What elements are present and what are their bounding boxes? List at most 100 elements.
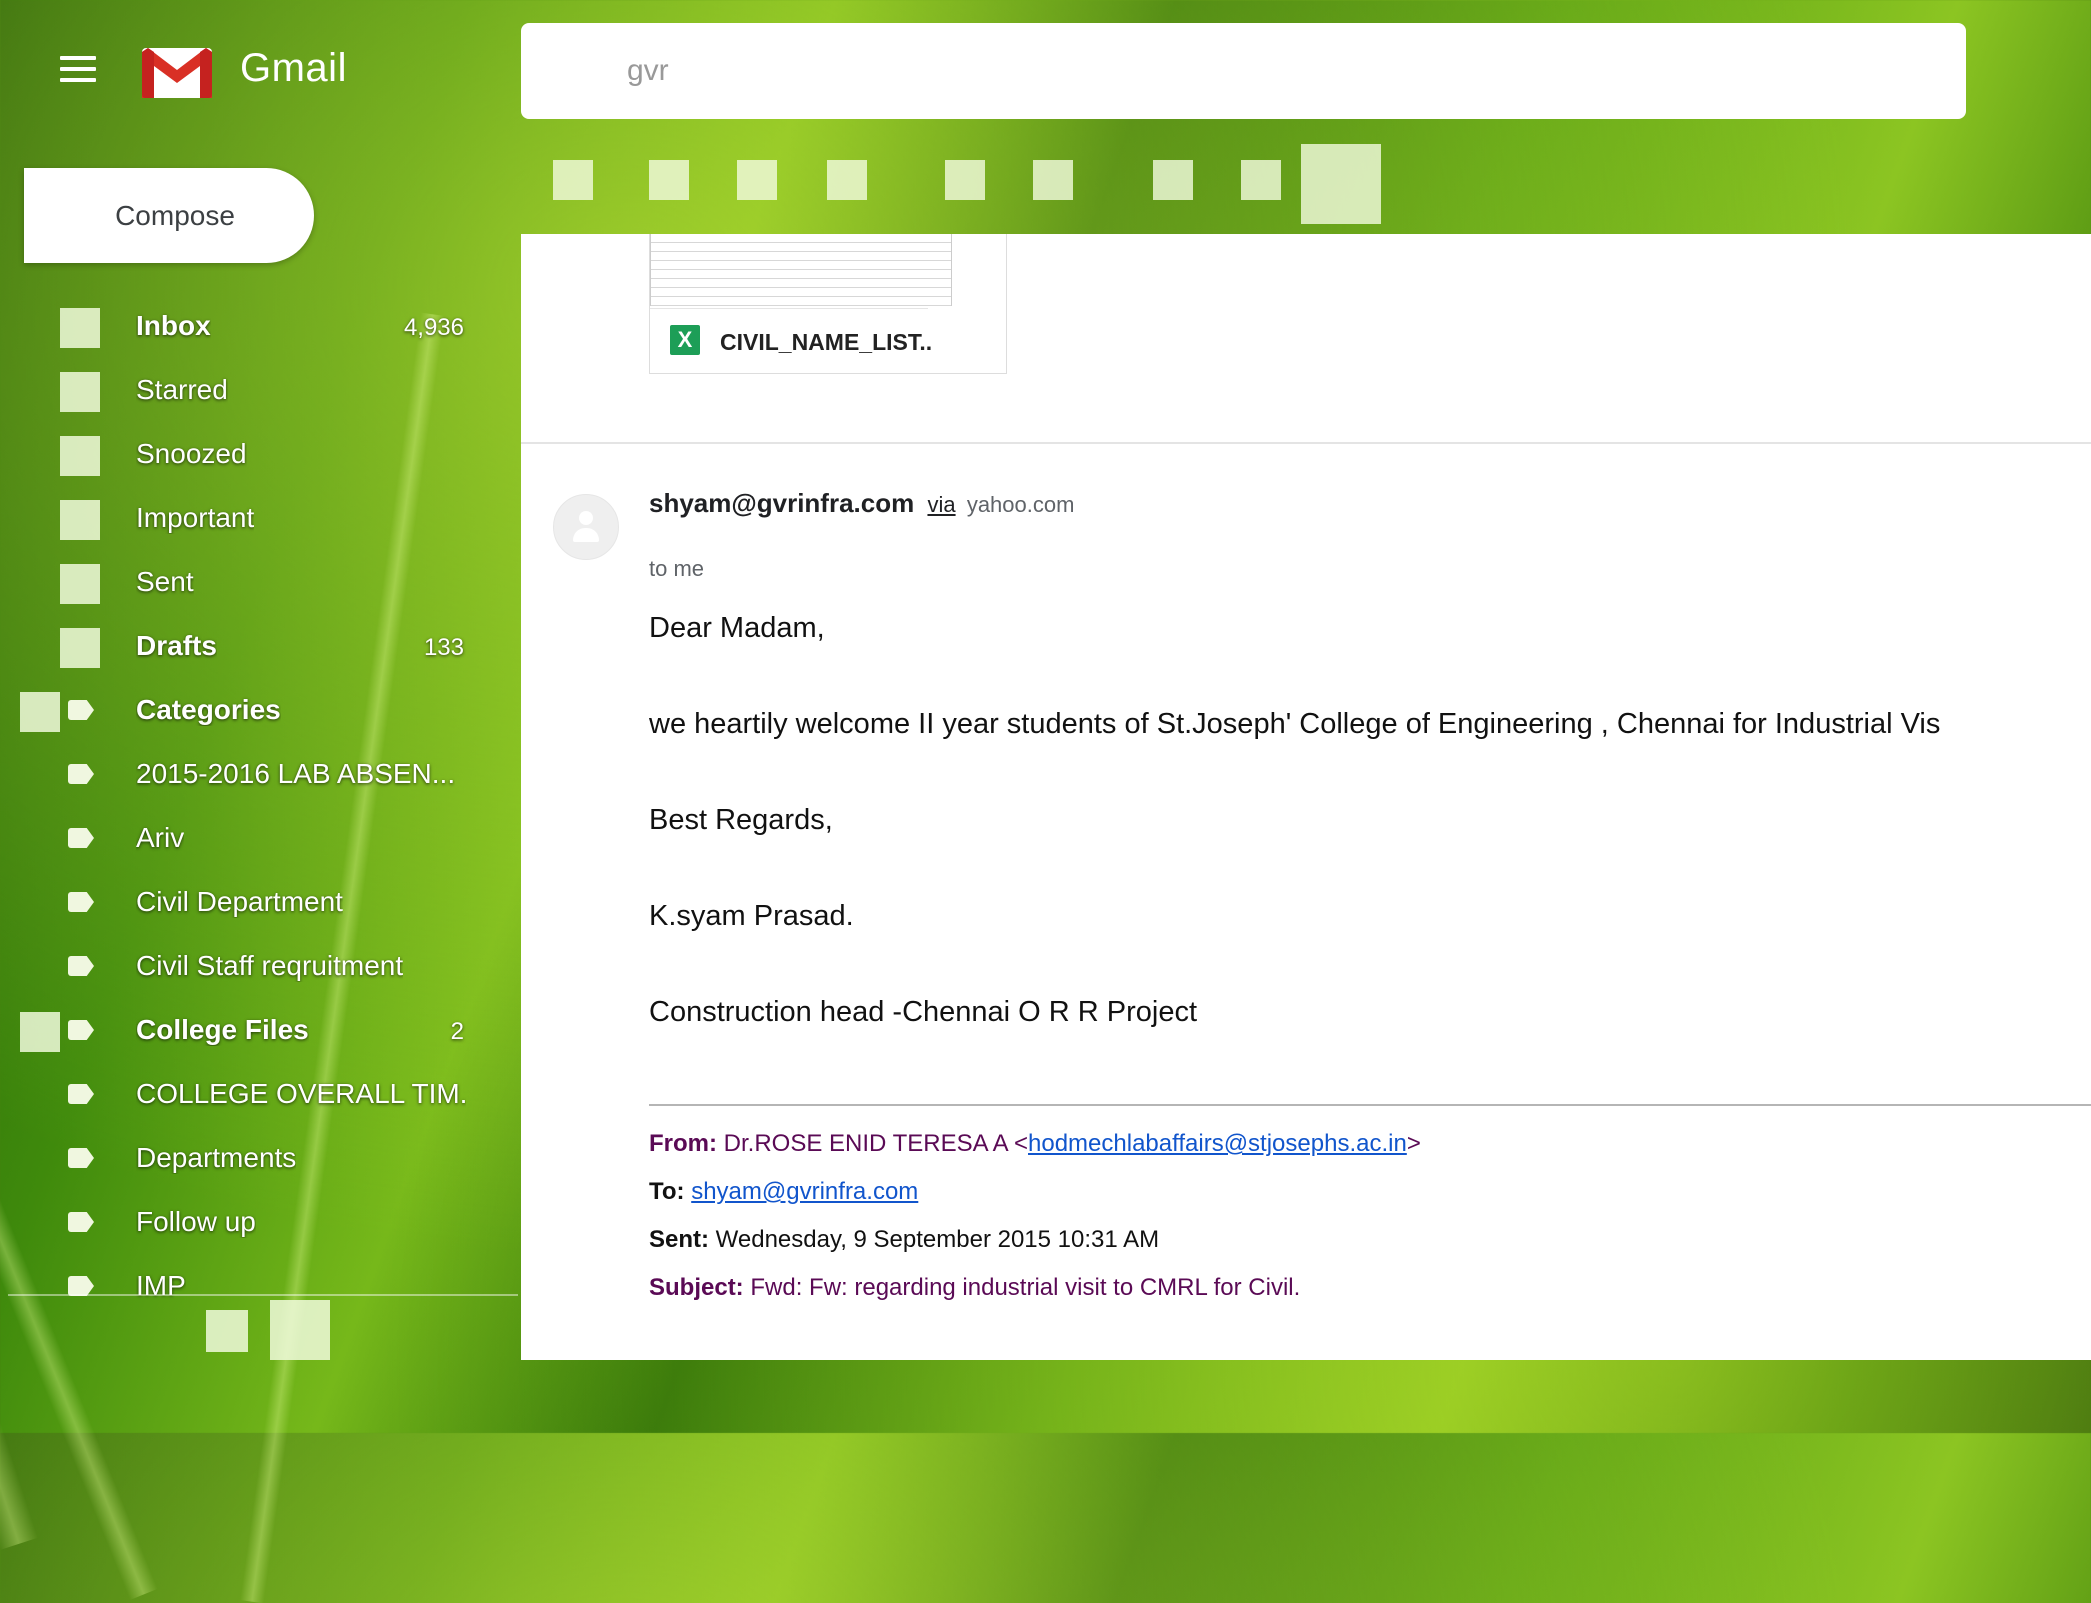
important-icon [60, 500, 100, 540]
contacts-icon[interactable] [206, 1310, 248, 1352]
sidebar-item-starred[interactable]: Starred [0, 364, 490, 428]
recipient-line[interactable]: to me [649, 556, 704, 582]
sidebar-item-label: Snoozed [136, 438, 247, 469]
from-label: From: [649, 1130, 717, 1157]
unread-count: 4,936 [403, 314, 464, 341]
sidebar-item-label: Starred [136, 374, 228, 405]
quoted-sent-line: Sent: Wednesday, 9 September 2015 10:31 … [649, 1226, 1159, 1254]
archive-icon[interactable] [649, 160, 689, 200]
sender-avatar [553, 494, 619, 560]
delete-icon[interactable] [827, 160, 867, 200]
sent-value: Wednesday, 9 September 2015 10:31 AM [715, 1226, 1160, 1253]
attachment-preview [650, 234, 952, 306]
label-icon [68, 1084, 94, 1104]
sidebar-item-label: Ariv [136, 822, 185, 853]
sidebar-item-important[interactable]: Important [0, 492, 490, 556]
search-query: gvr [627, 54, 669, 87]
sidebar-item-label: Drafts [136, 630, 217, 661]
attachment-footer: X CIVIL_NAME_LIST.. [650, 308, 932, 373]
attachment-card[interactable]: X CIVIL_NAME_LIST.. [649, 234, 1007, 374]
label-icon [68, 828, 94, 848]
via-domain: yahoo.com [966, 492, 1075, 517]
subject-label: Subject: [649, 1274, 744, 1301]
sidebar-item-sent[interactable]: Sent [0, 556, 490, 620]
sidebar-item-label: College Files [136, 1014, 309, 1045]
search-input[interactable]: gvr [521, 23, 1966, 119]
label-icon[interactable] [1241, 160, 1281, 200]
compose-button[interactable]: Compose [24, 168, 314, 263]
label-icon [68, 1148, 94, 1168]
subject-value: Fwd: Fw: regarding industrial visit to C… [750, 1274, 1301, 1301]
expand-arrow-icon [20, 1012, 60, 1052]
app-title: Gmail [240, 46, 347, 90]
body-greeting: Dear Madam, [649, 612, 825, 644]
clock-icon [60, 436, 100, 476]
sidebar-item-ariv[interactable]: Ariv [0, 812, 490, 876]
star-icon [60, 372, 100, 412]
sidebar-nav: Inbox 4,936 Starred Snoozed Important Se… [0, 300, 490, 1300]
to-label: To: [649, 1178, 685, 1205]
sidebar-item-label: Departments [136, 1142, 297, 1173]
sidebar-divider [8, 1294, 518, 1296]
menu-icon-bar [60, 67, 96, 71]
body-closing: Best Regards, [649, 804, 833, 836]
sidebar-item-follow-up[interactable]: Follow up [0, 1196, 490, 1260]
message-toolbar [521, 136, 2091, 234]
sender-line: shyam@gvrinfra.com via yahoo.com [649, 488, 1074, 519]
body-paragraph: we heartily welcome II year students of … [649, 708, 1941, 740]
more-icon[interactable] [1301, 144, 1381, 224]
attachment-name: CIVIL_NAME_LIST.. [720, 329, 933, 355]
excel-icon: X [670, 325, 700, 355]
snooze-icon[interactable] [1033, 160, 1073, 200]
sidebar-item-label: Follow up [136, 1206, 256, 1237]
compose-label: Compose [115, 199, 235, 231]
sidebar-item-civil-department[interactable]: Civil Department [0, 876, 490, 940]
sidebar-item-label: Categories [136, 694, 281, 725]
send-icon [60, 564, 100, 604]
gmail-logo-icon [142, 48, 212, 98]
sidebar-item-civil-staff[interactable]: Civil Staff reqruitment [0, 940, 490, 1004]
back-icon[interactable] [553, 160, 593, 200]
sidebar-item-lab-absence[interactable]: 2015-2016 LAB ABSEN... [0, 748, 490, 812]
label-icon [68, 1020, 94, 1040]
body-signature-name: K.syam Prasad. [649, 900, 854, 932]
message-separator [521, 442, 2091, 444]
sidebar-item-label: Civil Staff reqruitment [136, 950, 404, 981]
label-icon [68, 1276, 94, 1296]
label-icon [68, 700, 94, 720]
inbox-icon [60, 308, 100, 348]
main-menu-button[interactable] [60, 56, 96, 86]
sidebar-item-label: 2015-2016 LAB ABSEN... [136, 758, 456, 789]
quoted-to-line: To: shyam@gvrinfra.com [649, 1178, 918, 1206]
to-email-link[interactable]: shyam@gvrinfra.com [691, 1178, 918, 1205]
from-close: > [1406, 1130, 1421, 1157]
sidebar-item-drafts[interactable]: Drafts 133 [0, 620, 490, 684]
sidebar-item-label: Civil Department [136, 886, 343, 917]
sidebar-item-college-overall[interactable]: COLLEGE OVERALL TIM... [0, 1068, 490, 1132]
report-spam-icon[interactable] [737, 160, 777, 200]
body-signature-title: Construction head -Chennai O R R Project [649, 996, 1198, 1028]
label-icon [68, 892, 94, 912]
move-to-icon[interactable] [1153, 160, 1193, 200]
label-icon [68, 956, 94, 976]
mark-unread-icon[interactable] [945, 160, 985, 200]
sidebar-item-label: COLLEGE OVERALL TIM... [136, 1078, 466, 1109]
sidebar-item-departments[interactable]: Departments [0, 1132, 490, 1196]
hangouts-icon[interactable] [270, 1300, 330, 1360]
quote-divider [649, 1104, 2091, 1106]
expand-arrow-icon [20, 692, 60, 732]
via-link[interactable]: via [927, 492, 955, 517]
sidebar-item-college-files[interactable]: College Files 2 [0, 1004, 490, 1068]
sidebar-item-label: Sent [136, 566, 194, 597]
from-email-link[interactable]: hodmechlabaffairs@stjosephs.ac.in [1028, 1130, 1407, 1157]
sidebar-item-categories[interactable]: Categories [0, 684, 490, 748]
sidebar-item-inbox[interactable]: Inbox 4,936 [0, 300, 490, 364]
menu-icon-bar [60, 78, 96, 82]
sent-label: Sent: [649, 1226, 709, 1253]
sidebar-item-snoozed[interactable]: Snoozed [0, 428, 490, 492]
menu-icon-bar [60, 56, 96, 60]
quoted-subject-line: Subject: Fwd: Fw: regarding industrial v… [649, 1274, 1300, 1302]
label-icon [68, 1212, 94, 1232]
unread-count: 2 [450, 1018, 464, 1045]
sender-email[interactable]: shyam@gvrinfra.com [649, 488, 914, 518]
